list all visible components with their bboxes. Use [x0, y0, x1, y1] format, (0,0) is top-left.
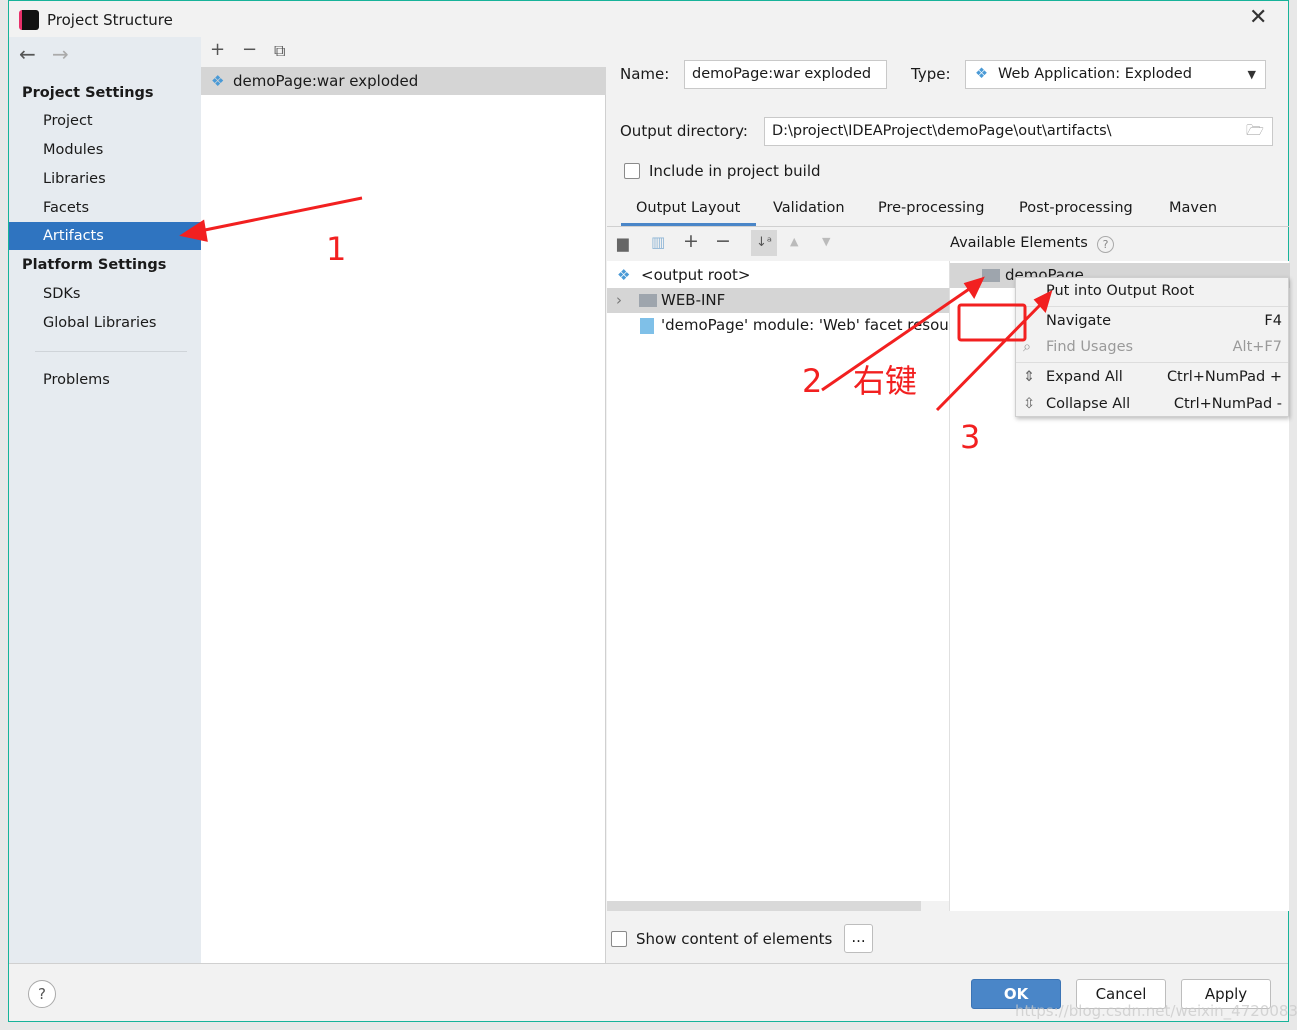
menu-item-shortcut: Ctrl+NumPad - — [1173, 396, 1282, 412]
divider — [35, 351, 187, 352]
menu-separator — [1016, 362, 1288, 363]
menu-item-shortcut: Alt+F7 — [1232, 339, 1282, 355]
menu-item-label: Expand All — [1046, 369, 1123, 385]
tree-item-label: WEB-INF — [661, 291, 726, 309]
menu-item-label: Collapse All — [1046, 396, 1131, 412]
artifact-web-icon: ❖ — [211, 72, 225, 90]
platform-settings-header: Platform Settings — [22, 257, 167, 273]
artifact-item[interactable]: ❖ demoPage:war exploded — [201, 68, 606, 95]
name-input[interactable]: demoPage:war exploded — [684, 60, 887, 89]
sidebar-item-modules[interactable]: Modules — [9, 136, 201, 164]
forward-arrow-icon[interactable]: → — [52, 42, 69, 66]
layout-toolbar: ▆ ▥ + − ↓ᵃ ▲ ▼ Available Elements ? — [607, 227, 1289, 261]
menu-item-shortcut: Ctrl+NumPad + — [1166, 369, 1282, 385]
folder-browse-icon[interactable]: 🗁 — [1246, 118, 1264, 145]
more-button[interactable]: ... — [844, 924, 873, 953]
type-label: Type: — [911, 65, 951, 83]
artifacts-toolbar: + − ⧉ — [201, 37, 606, 68]
web-app-icon: ❖ — [975, 66, 988, 82]
tree-item-web-facet[interactable]: 'demoPage' module: 'Web' facet resour — [607, 313, 949, 338]
horizontal-scrollbar[interactable] — [607, 901, 921, 911]
output-root-icon: ❖ — [617, 266, 631, 284]
chevron-right-icon[interactable]: › — [616, 288, 622, 313]
sidebar-item-facets[interactable]: Facets — [9, 194, 201, 222]
tree-item-label: <output root> — [641, 266, 751, 284]
context-menu: Put into Output Root Navigate F4 ⌕ Find Us… — [1015, 277, 1289, 417]
tab-output-layout[interactable]: Output Layout — [636, 200, 740, 216]
menu-item-label: Navigate — [1046, 313, 1112, 329]
menu-item-label: Put into Output Root — [1046, 283, 1195, 299]
menu-separator — [1016, 306, 1288, 307]
sidebar: ← → Project Settings Project Modules Lib… — [9, 37, 201, 963]
menu-item-shortcut: F4 — [1264, 313, 1282, 329]
menu-item-put-into-output-root[interactable]: Put into Output Root — [1016, 278, 1288, 305]
chevron-down-icon: ▼ — [1247, 68, 1256, 81]
back-arrow-icon[interactable]: ← — [19, 42, 36, 66]
sidebar-item-global-libraries[interactable]: Global Libraries — [9, 309, 201, 337]
remove-icon[interactable]: − — [715, 230, 731, 252]
tree-item-web-inf[interactable]: › WEB-INF — [607, 288, 949, 313]
tree-item-label: 'demoPage' module: 'Web' facet resour — [661, 316, 949, 334]
project-structure-dialog: Project Structure ✕ ← → Project Settings… — [8, 0, 1290, 1022]
sidebar-item-libraries[interactable]: Libraries — [9, 165, 201, 193]
type-select[interactable]: ❖ Web Application: Exploded ▼ — [965, 60, 1266, 89]
available-elements-label: Available Elements — [950, 235, 1088, 251]
remove-icon[interactable]: − — [242, 39, 257, 60]
web-resource-icon — [640, 318, 654, 334]
include-build-checkbox[interactable] — [624, 163, 640, 179]
create-archive-icon[interactable]: ▥ — [651, 233, 665, 251]
tab-validation[interactable]: Validation — [773, 200, 845, 216]
create-directory-icon[interactable]: ▆ — [617, 234, 629, 252]
sidebar-item-artifacts[interactable]: Artifacts — [9, 222, 201, 250]
tab-pre-processing[interactable]: Pre-processing — [878, 200, 984, 216]
footer-divider — [9, 963, 1288, 964]
include-build-label: Include in project build — [649, 162, 821, 180]
show-content-checkbox[interactable] — [611, 931, 627, 947]
add-icon[interactable]: + — [210, 39, 225, 60]
menu-item-expand-all[interactable]: ⇕ Expand All Ctrl+NumPad + — [1016, 364, 1288, 391]
add-dropdown-icon[interactable]: + — [683, 230, 699, 252]
output-dir-value: D:\project\IDEAProject\demoPage\out\arti… — [772, 123, 1112, 139]
move-down-icon[interactable]: ▼ — [822, 235, 830, 248]
tree-item-output-root[interactable]: ❖ <output root> — [607, 263, 949, 288]
artifacts-list-panel: + − ⧉ ❖ demoPage:war exploded — [201, 37, 606, 963]
intellij-logo-icon — [19, 10, 39, 30]
tab-maven[interactable]: Maven — [1169, 200, 1217, 216]
output-dir-label: Output directory: — [620, 122, 748, 140]
module-folder-icon — [982, 269, 1000, 282]
folder-icon — [639, 294, 657, 307]
name-label: Name: — [620, 65, 670, 83]
search-icon: ⌕ — [1023, 339, 1032, 355]
output-dir-input[interactable]: D:\project\IDEAProject\demoPage\out\arti… — [764, 117, 1273, 146]
menu-item-label: Find Usages — [1046, 339, 1134, 355]
sidebar-item-sdks[interactable]: SDKs — [9, 280, 201, 308]
sidebar-item-project[interactable]: Project — [9, 107, 201, 135]
menu-item-navigate[interactable]: Navigate F4 — [1016, 308, 1288, 335]
watermark: https://blog.csdn.net/weixin_47200837 — [1015, 1002, 1297, 1020]
menu-item-find-usages[interactable]: ⌕ Find Usages Alt+F7 — [1016, 334, 1288, 361]
help-button[interactable]: ? — [28, 980, 56, 1008]
collapse-all-icon: ⇳ — [1023, 396, 1036, 412]
window-title: Project Structure — [47, 11, 173, 29]
sort-icon[interactable]: ↓ᵃ — [751, 230, 777, 256]
show-content-label: Show content of elements — [636, 930, 833, 948]
help-icon[interactable]: ? — [1097, 236, 1114, 253]
close-icon[interactable]: ✕ — [1249, 5, 1267, 30]
expand-all-icon: ⇕ — [1023, 369, 1036, 385]
type-select-value: Web Application: Exploded — [998, 66, 1192, 82]
move-up-icon[interactable]: ▲ — [790, 235, 798, 248]
project-settings-header: Project Settings — [22, 85, 154, 101]
output-layout-tree: ❖ <output root> › WEB-INF 'demoPage' mod… — [607, 261, 949, 911]
sidebar-item-problems[interactable]: Problems — [9, 366, 201, 394]
menu-item-collapse-all[interactable]: ⇳ Collapse All Ctrl+NumPad - — [1016, 391, 1288, 418]
tab-post-processing[interactable]: Post-processing — [1019, 200, 1133, 216]
artifact-item-label: demoPage:war exploded — [233, 72, 419, 90]
copy-icon[interactable]: ⧉ — [274, 41, 285, 61]
